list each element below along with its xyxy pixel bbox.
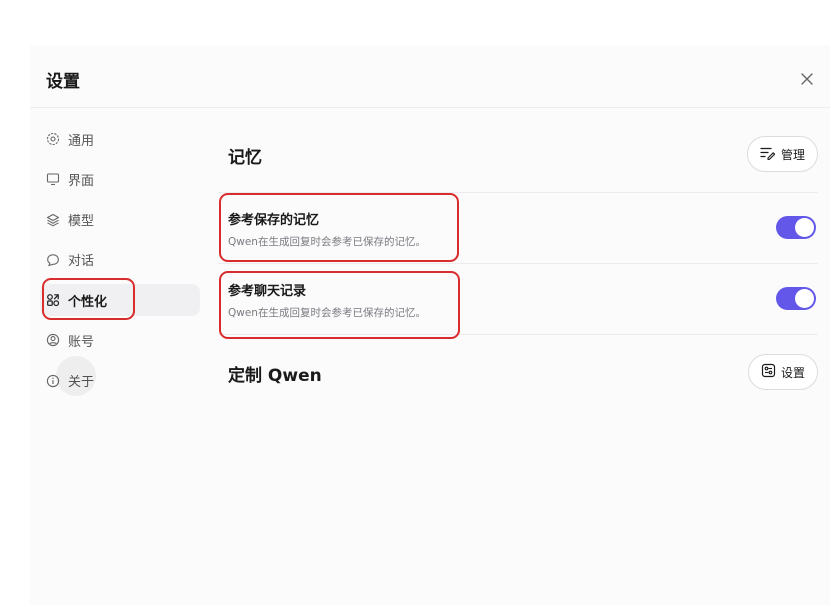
toggle-knob xyxy=(795,289,814,308)
monitor-icon xyxy=(46,172,60,186)
close-icon xyxy=(800,71,814,90)
sidebar-item-model[interactable]: 模型 xyxy=(40,204,200,236)
customize-title: 定制 Qwen xyxy=(228,366,322,386)
sidebar-item-label: 通用 xyxy=(68,133,95,149)
sidebar-item-account[interactable]: 账号 xyxy=(40,324,200,356)
setting-title: 参考保存的记忆 xyxy=(228,213,320,228)
chat-bubble-icon xyxy=(46,253,60,267)
memory-section-header: 记忆 管理 xyxy=(218,123,818,193)
personalization-panel: 记忆 管理 参考保存的记忆 Qwen在生成回复时会参考已保存的记忆。 参考聊天记… xyxy=(218,123,818,405)
user-circle-icon xyxy=(46,333,60,347)
personalize-grid-icon xyxy=(46,293,60,307)
setting-reference-chat-history: 参考聊天记录 Qwen在生成回复时会参考已保存的记忆。 xyxy=(218,264,818,335)
cursor-hover-indicator xyxy=(56,356,96,396)
sidebar-item-general[interactable]: 通用 xyxy=(40,123,200,155)
layers-icon xyxy=(46,213,60,227)
customize-section: 定制 Qwen 设置 xyxy=(218,335,818,405)
setting-title: 参考聊天记录 xyxy=(228,284,307,299)
sidebar-item-label: 对话 xyxy=(68,254,95,270)
sidebar-item-label: 账号 xyxy=(68,334,95,350)
sidebar-item-interface[interactable]: 界面 xyxy=(40,163,200,195)
settings-sliders-icon xyxy=(761,363,776,381)
sidebar-item-personalization[interactable]: 个性化 xyxy=(40,284,200,317)
manage-label: 管理 xyxy=(780,147,805,162)
settings-dialog: 设置 通用 界面 模型 对话 个性化 账号 关于 记忆 管理 参考保存的记忆 Q… xyxy=(30,45,830,605)
reference-memory-toggle[interactable] xyxy=(776,216,816,239)
edit-list-icon xyxy=(760,146,776,163)
close-button[interactable] xyxy=(796,69,818,91)
toggle-knob xyxy=(795,218,814,237)
sidebar-item-label: 界面 xyxy=(68,173,95,189)
setting-description: Qwen在生成回复时会参考已保存的记忆。 xyxy=(228,236,426,248)
setting-description: Qwen在生成回复时会参考已保存的记忆。 xyxy=(228,307,426,319)
dialog-header: 设置 xyxy=(30,45,830,108)
dialog-title: 设置 xyxy=(46,72,80,92)
sidebar-item-chat[interactable]: 对话 xyxy=(40,244,200,276)
manage-memory-button[interactable]: 管理 xyxy=(746,136,818,172)
setting-reference-saved-memory: 参考保存的记忆 Qwen在生成回复时会参考已保存的记忆。 xyxy=(218,193,818,264)
gear-icon xyxy=(46,132,60,146)
reference-chat-history-toggle[interactable] xyxy=(776,287,816,310)
sidebar-item-label: 个性化 xyxy=(68,294,108,310)
customize-settings-button[interactable]: 设置 xyxy=(747,354,818,390)
memory-title: 记忆 xyxy=(228,148,262,168)
settings-label: 设置 xyxy=(780,365,805,380)
sidebar-item-label: 模型 xyxy=(68,214,95,230)
